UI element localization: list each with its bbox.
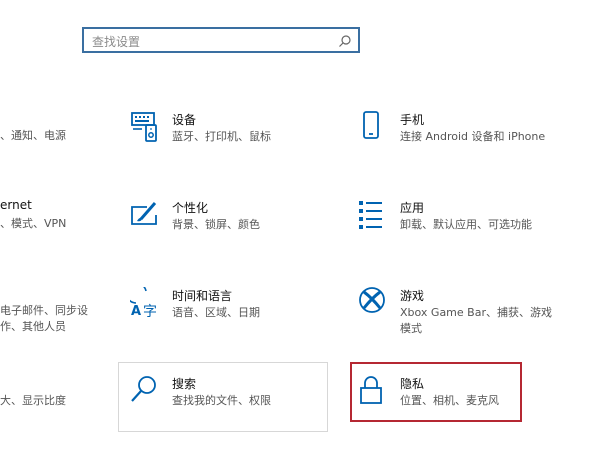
time-language-icon: A 字 xyxy=(125,282,160,320)
tile-title: 游戏 xyxy=(400,289,425,303)
tile-title: 时间和语言 xyxy=(172,289,233,303)
tile-title: 隐私 xyxy=(400,377,425,391)
tile-title: 个性化 xyxy=(172,201,209,215)
tile-phone[interactable]: 手机 连接 Android 设备和 iPhone xyxy=(358,111,558,151)
left-category-desc-accounts-1: 电子邮件、同步设 xyxy=(0,304,88,317)
tile-time-language[interactable]: A 字 时间和语言 语音、区域、日期 xyxy=(125,282,300,327)
left-category-desc-system: 、通知、电源 xyxy=(0,129,66,142)
lock-icon xyxy=(358,375,388,407)
left-category-desc-ease: 大、显示比度 xyxy=(0,394,66,407)
tile-desc: 蓝牙、打印机、鼠标 xyxy=(172,130,271,143)
personalization-icon xyxy=(130,199,160,231)
left-category-desc-accounts-2: 作、其他人员 xyxy=(0,320,66,333)
tile-desc-line1: Xbox Game Bar、捕获、游戏 xyxy=(400,306,552,319)
tile-gaming[interactable]: 游戏 Xbox Game Bar、捕获、游戏 模式 xyxy=(358,287,558,335)
tile-search[interactable]: 搜索 查找我的文件、权限 xyxy=(130,375,300,415)
tile-desc: 连接 Android 设备和 iPhone xyxy=(400,130,546,143)
tile-title: 应用 xyxy=(400,201,425,215)
tile-devices[interactable]: 设备 蓝牙、打印机、鼠标 xyxy=(130,111,300,151)
tile-desc: 语音、区域、日期 xyxy=(172,306,260,319)
tile-desc-line2: 模式 xyxy=(400,322,422,335)
phone-icon xyxy=(358,111,388,143)
tile-desc: 查找我的文件、权限 xyxy=(172,394,271,407)
tile-desc: 背景、锁屏、颜色 xyxy=(172,218,260,231)
xbox-icon xyxy=(358,287,388,319)
tile-personalization[interactable]: 个性化 背景、锁屏、颜色 xyxy=(130,199,300,239)
devices-icon xyxy=(130,111,160,143)
tile-desc: Xbox Game Bar、捕获、游戏 模式 xyxy=(400,305,552,337)
left-category-title-network: ernet xyxy=(0,198,32,212)
apps-icon xyxy=(358,199,388,231)
tile-title: 搜索 xyxy=(172,377,197,391)
search-magnifier-icon xyxy=(130,375,160,407)
search-input[interactable]: 查找设置 xyxy=(92,33,140,50)
tile-privacy[interactable]: 隐私 位置、相机、麦克风 xyxy=(358,375,508,415)
tile-desc: 位置、相机、麦克风 xyxy=(400,394,499,407)
settings-search-box[interactable]: 查找设置 xyxy=(82,27,360,53)
tile-desc: 卸载、默认应用、可选功能 xyxy=(400,218,532,231)
left-category-desc-network: 、模式、VPN xyxy=(0,217,67,230)
tile-title: 手机 xyxy=(400,113,425,127)
tile-apps[interactable]: 应用 卸载、默认应用、可选功能 xyxy=(358,199,558,239)
svg-text:字: 字 xyxy=(143,304,157,319)
tile-title: 设备 xyxy=(172,113,197,127)
svg-text:A: A xyxy=(131,304,141,319)
search-icon[interactable] xyxy=(338,33,352,52)
